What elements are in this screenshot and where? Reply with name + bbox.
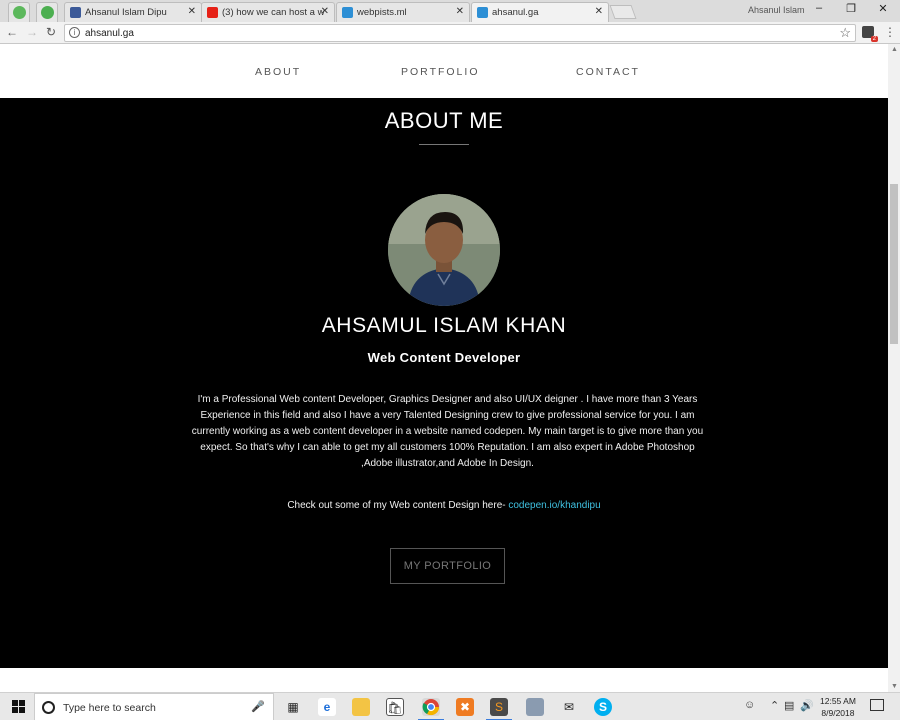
scroll-down-icon[interactable]: ▼ <box>891 683 898 690</box>
task-view-icon[interactable]: ▦ <box>284 698 302 716</box>
checkout-line: Check out some of my Web content Design … <box>0 500 888 511</box>
file-explorer-icon[interactable] <box>352 698 370 716</box>
taskbar-clock[interactable]: 12:55 AM 8/9/2018 <box>820 695 856 719</box>
checkout-text: Check out some of my Web content Design … <box>287 500 509 511</box>
facebook-icon <box>70 7 81 18</box>
my-portfolio-button[interactable]: MY PORTFOLIO <box>390 548 505 584</box>
tab-label: webpists.ml <box>357 7 407 18</box>
page-viewport: ABOUT PORTFOLIO CONTACT ABOUT ME AHSAMUL… <box>0 44 888 692</box>
clock-time: 12:55 AM <box>820 696 856 706</box>
site-info-icon[interactable]: i <box>69 27 80 38</box>
address-bar[interactable]: i ahsanul.ga ☆ <box>64 24 856 42</box>
site-favicon-icon <box>477 7 488 18</box>
browser-menu-icon[interactable]: ⋮ <box>884 25 896 39</box>
windows-taskbar: Type here to search 🎤 ▦ e 🛍 ✖ S ✉ S ☺ ⌃ … <box>0 692 900 720</box>
action-center-icon[interactable] <box>870 699 884 711</box>
tab-facebook[interactable]: Ahsanul Islam Dipu ✕ <box>64 2 202 22</box>
site-favicon-icon <box>342 7 353 18</box>
sublime-text-icon[interactable]: S <box>486 698 512 720</box>
tab-label: (3) how we can host a w <box>222 7 325 18</box>
bio-paragraph: I'm a Professional Web content Developer… <box>191 394 704 469</box>
tab-close-icon[interactable]: ✕ <box>456 6 464 17</box>
browser-tab-strip: Ahsanul Islam Dipu ✕ (3) how we can host… <box>0 0 900 23</box>
extension-icon[interactable]: 2 <box>862 26 878 42</box>
tab-label: Ahsanul Islam Dipu <box>85 7 167 18</box>
page-scrollbar[interactable]: ▲ ▼ <box>888 44 900 692</box>
nav-about-link[interactable]: ABOUT <box>255 66 301 78</box>
site-nav: ABOUT PORTFOLIO CONTACT <box>0 44 888 98</box>
xampp-icon[interactable]: ✖ <box>456 698 474 716</box>
pinned-tab-favicon-icon <box>41 6 54 19</box>
nav-contact-link[interactable]: CONTACT <box>576 66 640 78</box>
minimize-icon[interactable]: – <box>804 2 834 14</box>
taskbar-search[interactable]: Type here to search 🎤 <box>34 693 274 720</box>
youtube-icon <box>207 7 218 18</box>
about-section: ABOUT ME AHSAMUL ISLAM KHAN Web Content … <box>0 98 888 668</box>
microphone-icon[interactable]: 🎤 <box>251 700 265 713</box>
new-tab-button[interactable] <box>609 5 637 19</box>
tab-ahsanul[interactable]: ahsanul.ga ✕ <box>471 2 609 23</box>
nav-portfolio-link[interactable]: PORTFOLIO <box>401 66 479 78</box>
scroll-up-icon[interactable]: ▲ <box>891 46 898 53</box>
chrome-icon[interactable] <box>418 698 444 720</box>
store-icon[interactable]: 🛍 <box>386 698 404 716</box>
reload-icon[interactable]: ↻ <box>46 25 56 39</box>
profile-role: Web Content Developer <box>367 350 521 365</box>
tab-youtube[interactable]: (3) how we can host a w ✕ <box>201 2 335 22</box>
edge-icon[interactable]: e <box>318 698 336 716</box>
address-url[interactable]: ahsanul.ga <box>85 28 134 39</box>
tab-close-icon[interactable]: ✕ <box>595 6 603 17</box>
title-divider <box>419 144 469 145</box>
pinned-tab-2[interactable] <box>36 2 58 22</box>
network-icon[interactable]: ▤ <box>784 699 794 712</box>
codepen-link[interactable]: codepen.io/khandipu <box>508 500 600 511</box>
pinned-tab-1[interactable] <box>8 2 30 22</box>
pinned-tab-favicon-icon <box>13 6 26 19</box>
profile-name: AHSAMUL ISLAM KHAN <box>321 314 567 337</box>
volume-icon[interactable]: 🔊 <box>800 699 814 712</box>
scrollbar-thumb[interactable] <box>890 184 898 344</box>
tab-webpists[interactable]: webpists.ml ✕ <box>336 2 470 22</box>
mail-icon[interactable]: ✉ <box>560 698 578 716</box>
tab-close-icon[interactable]: ✕ <box>321 6 329 17</box>
close-window-icon[interactable]: ✕ <box>868 2 898 15</box>
tab-close-icon[interactable]: ✕ <box>188 6 196 17</box>
bookmark-star-icon[interactable]: ☆ <box>839 25 851 41</box>
cortana-icon <box>42 701 55 714</box>
avatar <box>388 194 500 306</box>
avatar-photo <box>388 194 500 306</box>
tray-chevron-icon[interactable]: ⌃ <box>770 699 779 712</box>
section-title: ABOUT ME <box>384 108 504 133</box>
windows-start-icon[interactable] <box>12 700 26 714</box>
tab-label: ahsanul.ga <box>492 7 539 18</box>
forward-icon[interactable]: → <box>26 25 38 39</box>
extension-badge: 2 <box>870 36 878 42</box>
paint-app-icon[interactable] <box>526 698 544 716</box>
window-user-name[interactable]: Ahsanul Islam <box>748 5 805 15</box>
people-icon[interactable]: ☺ <box>744 699 755 711</box>
next-section-strip <box>0 668 888 692</box>
skype-icon[interactable]: S <box>594 698 612 716</box>
browser-toolbar: ← → ↻ i ahsanul.ga ☆ 2 ⋮ <box>0 22 900 44</box>
restore-icon[interactable]: ❐ <box>836 2 866 15</box>
back-icon[interactable]: ← <box>6 25 18 39</box>
clock-date: 8/9/2018 <box>821 708 855 718</box>
taskbar-search-placeholder: Type here to search <box>63 702 156 714</box>
